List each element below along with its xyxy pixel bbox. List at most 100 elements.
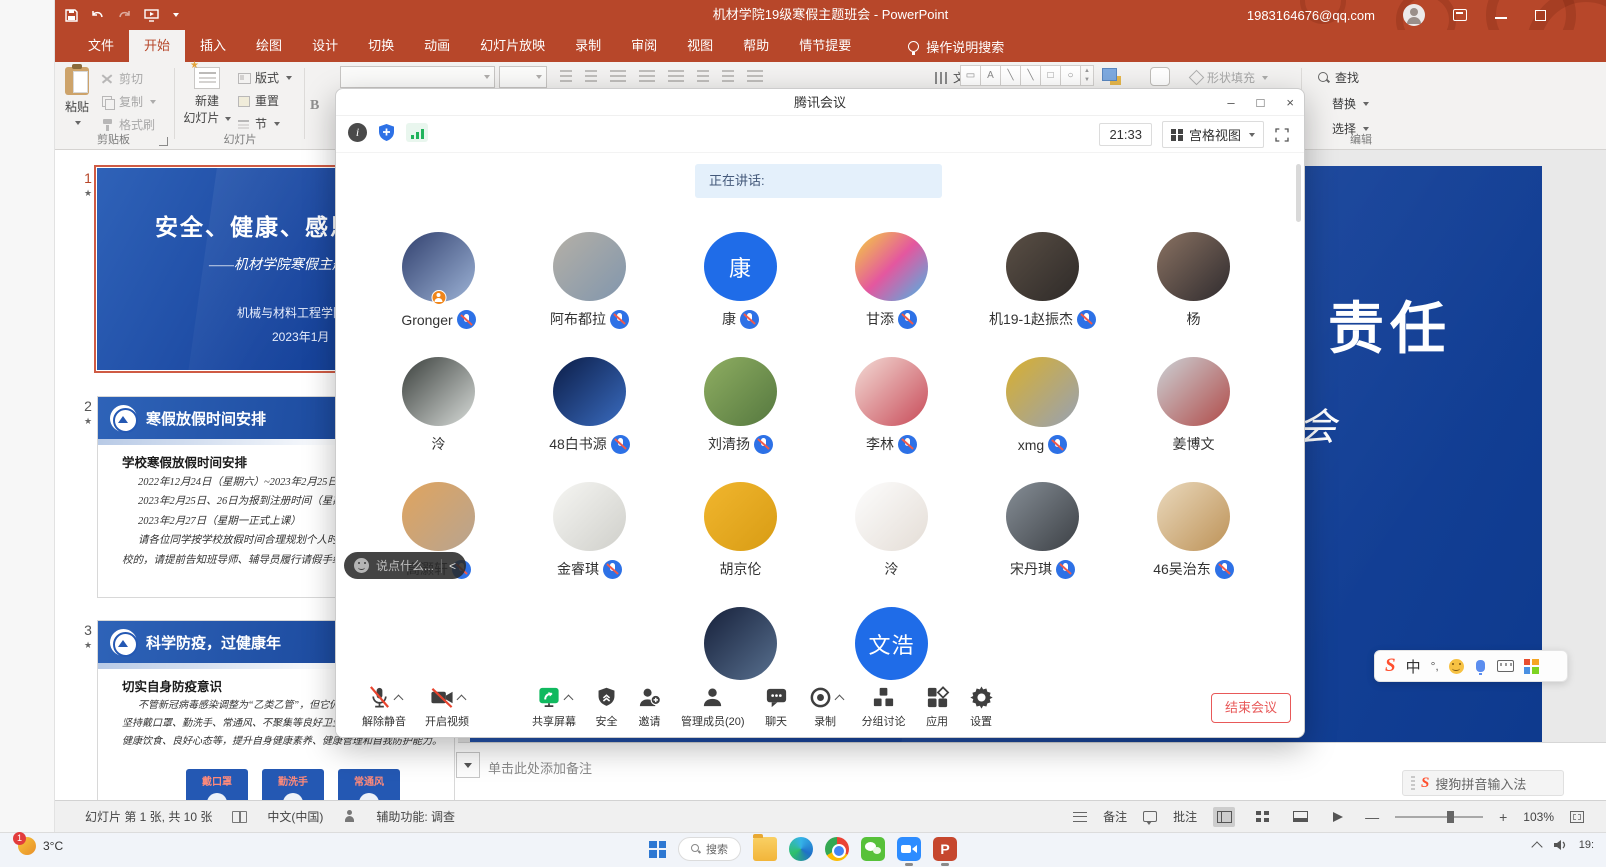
- find-button[interactable]: 查找: [1318, 69, 1359, 86]
- record-button[interactable]: 录制: [808, 683, 843, 729]
- chrome-browser-icon[interactable]: [825, 837, 849, 861]
- paste-button[interactable]: 粘贴: [57, 67, 97, 129]
- participant-tile[interactable]: 泠: [363, 357, 514, 454]
- layout-button[interactable]: 版式: [237, 69, 292, 86]
- weather-widget[interactable]: 1 3°C: [18, 837, 63, 855]
- participant-tile[interactable]: 机19-1赵振杰: [967, 232, 1118, 329]
- fit-to-window-icon[interactable]: [1570, 811, 1584, 823]
- start-button[interactable]: [649, 841, 666, 858]
- participant-tile[interactable]: xmg: [967, 357, 1118, 454]
- taskbar-search[interactable]: 搜索: [678, 837, 741, 861]
- shape-fill-button[interactable]: 形状填充: [1191, 69, 1268, 86]
- drag-handle[interactable]: [1411, 776, 1415, 790]
- share-screen-button[interactable]: 共享屏幕: [532, 683, 576, 729]
- breakout-rooms-button[interactable]: 分组讨论: [862, 683, 906, 729]
- ribbon-tab-11[interactable]: 帮助: [728, 30, 784, 62]
- collapse-chat-icon[interactable]: <: [449, 559, 456, 573]
- edge-browser-icon[interactable]: [789, 837, 813, 861]
- ribbon-tab-5[interactable]: 切换: [353, 30, 409, 62]
- voice-input-icon[interactable]: [1476, 660, 1485, 672]
- slide-sorter-view-button[interactable]: [1251, 807, 1273, 827]
- language-indicator[interactable]: 中文(中国): [267, 808, 323, 825]
- meeting-security-shield-icon[interactable]: [377, 123, 396, 142]
- participant-tile[interactable]: 杨: [1118, 232, 1269, 329]
- security-button[interactable]: 安全: [595, 683, 618, 729]
- reading-view-button[interactable]: [1289, 807, 1311, 827]
- scroll-down-button[interactable]: [456, 752, 480, 778]
- minimize-icon[interactable]: [1495, 17, 1507, 19]
- punctuation-icon[interactable]: °,: [1431, 659, 1439, 673]
- replace-button[interactable]: 替换: [1332, 95, 1369, 112]
- participant-tile[interactable]: 康康: [665, 232, 816, 329]
- meeting-scrollbar[interactable]: [1296, 164, 1301, 222]
- cut-button[interactable]: 剪切: [101, 70, 156, 87]
- sogou-logo-icon[interactable]: S: [1385, 655, 1396, 677]
- chevron-up-icon[interactable]: [457, 694, 467, 704]
- clock[interactable]: 19:: [1579, 839, 1594, 851]
- normal-view-button[interactable]: [1213, 807, 1235, 827]
- fullscreen-icon[interactable]: [1274, 127, 1290, 143]
- emoji-picker-icon[interactable]: [1449, 659, 1464, 674]
- shapes-gallery-scroll[interactable]: ▲▼: [1080, 65, 1094, 86]
- copy-button[interactable]: 复制: [101, 93, 156, 110]
- ribbon-tab-6[interactable]: 动画: [409, 30, 465, 62]
- ribbon-display-options-icon[interactable]: [1453, 9, 1467, 21]
- meeting-info-icon[interactable]: i: [348, 123, 367, 142]
- tell-me-search[interactable]: 操作说明搜索: [908, 30, 1004, 62]
- invite-button[interactable]: 邀请: [637, 683, 662, 729]
- quick-chat-bar[interactable]: 说点什么... <: [344, 552, 466, 579]
- participant-tile[interactable]: 48白书源: [514, 357, 665, 454]
- tencent-meeting-taskbar-icon[interactable]: [897, 837, 921, 861]
- ribbon-tab-10[interactable]: 视图: [672, 30, 728, 62]
- start-video-button[interactable]: 开启视频: [425, 683, 469, 729]
- new-slide-button[interactable]: 新建幻灯片: [181, 67, 233, 126]
- meeting-title-bar[interactable]: 腾讯会议 – □ ×: [336, 89, 1304, 116]
- font-size-select[interactable]: [499, 66, 547, 88]
- sogou-ime-toolbar[interactable]: S 中 °,: [1374, 650, 1568, 682]
- chevron-up-icon[interactable]: [834, 694, 844, 704]
- ribbon-tab-3[interactable]: 绘图: [241, 30, 297, 62]
- notes-toggle[interactable]: 备注: [1103, 808, 1127, 825]
- bold-button[interactable]: B: [310, 98, 319, 114]
- clipboard-dialog-launcher[interactable]: [159, 137, 168, 146]
- comments-toggle[interactable]: 批注: [1173, 808, 1197, 825]
- chevron-up-icon[interactable]: [564, 694, 574, 704]
- chat-placeholder[interactable]: 说点什么...: [376, 557, 434, 574]
- participant-tile[interactable]: 阿布都拉: [514, 232, 665, 329]
- zoom-out-button[interactable]: —: [1365, 809, 1379, 825]
- account-avatar[interactable]: [1403, 4, 1425, 26]
- spellcheck-icon[interactable]: [232, 811, 247, 823]
- participant-tile[interactable]: 李林: [816, 357, 967, 454]
- participant-tile[interactable]: Gronger: [363, 232, 514, 329]
- participant-tile[interactable]: 刘清扬: [665, 357, 816, 454]
- emoji-icon[interactable]: [354, 558, 369, 573]
- meeting-minimize-icon[interactable]: –: [1227, 95, 1234, 110]
- zoom-level[interactable]: 103%: [1523, 810, 1554, 824]
- font-name-select[interactable]: [340, 66, 495, 88]
- manage-members-button[interactable]: 管理成员(20): [681, 683, 745, 729]
- participant-tile[interactable]: 甘添: [816, 232, 967, 329]
- chevron-up-icon[interactable]: [393, 694, 403, 704]
- settings-button[interactable]: 设置: [969, 683, 994, 729]
- participant-tile[interactable]: 金睿琪: [514, 482, 665, 579]
- ribbon-tab-12[interactable]: 情节提要: [784, 30, 866, 62]
- unmute-button[interactable]: 解除静音: [362, 683, 406, 729]
- zoom-slider[interactable]: [1395, 816, 1483, 818]
- powerpoint-taskbar-icon[interactable]: P: [933, 837, 957, 861]
- ime-mode-chinese[interactable]: 中: [1406, 656, 1421, 677]
- apps-button[interactable]: 应用: [925, 683, 950, 729]
- file-explorer-icon[interactable]: [753, 837, 777, 861]
- network-signal-icon[interactable]: [406, 123, 428, 142]
- section-button[interactable]: 节: [237, 115, 292, 132]
- arrange-icon[interactable]: [1102, 68, 1122, 86]
- reset-button[interactable]: 重置: [237, 92, 292, 109]
- ribbon-tab-0[interactable]: 文件: [73, 30, 129, 62]
- grid-view-button[interactable]: 宫格视图: [1162, 121, 1264, 148]
- virtual-keyboard-icon[interactable]: [1497, 660, 1514, 672]
- meeting-close-icon[interactable]: ×: [1286, 95, 1294, 110]
- end-meeting-button[interactable]: 结束会议: [1211, 693, 1291, 723]
- participant-tile[interactable]: 胡京伦: [665, 482, 816, 579]
- ime-toolbox-icon[interactable]: [1524, 659, 1539, 674]
- participant-tile[interactable]: 姜博文: [1118, 357, 1269, 454]
- zoom-slider-thumb[interactable]: [1447, 811, 1454, 823]
